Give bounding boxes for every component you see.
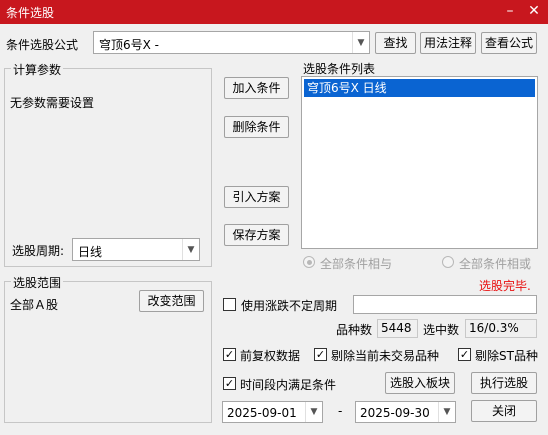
range-legend: 选股范围 — [11, 274, 64, 291]
find-button[interactable]: 查找 — [375, 32, 416, 54]
count-value: 5448 — [377, 319, 418, 338]
range-value: 全部Ａ股 — [10, 298, 59, 312]
change-range-button[interactable]: 改变范围 — [139, 290, 204, 312]
time-period-label: 时间段内满足条件 — [240, 378, 337, 392]
formula-combo[interactable]: 穹顶6号X - ▼ — [93, 31, 370, 54]
close-icon[interactable]: ✕ — [522, 0, 546, 24]
count-label: 品种数 — [336, 323, 373, 337]
selected-value: 16/0.3% — [465, 319, 537, 338]
list-item[interactable]: 穹顶6号X 日线 — [304, 79, 535, 97]
exclude-st-checkbox[interactable]: ✓ — [458, 348, 471, 361]
irregular-period-input[interactable] — [353, 295, 537, 314]
adjusted-label: 前复权数据 — [240, 349, 301, 363]
or-radio[interactable] — [442, 256, 454, 268]
formula-value: 穹顶6号X - — [99, 38, 160, 52]
exclude-st-label: 剔除ST品种 — [475, 349, 538, 363]
adjusted-checkbox[interactable]: ✓ — [223, 348, 236, 361]
execute-button[interactable]: 执行选股 — [471, 372, 537, 394]
chevron-down-icon[interactable]: ▼ — [305, 402, 322, 422]
delete-condition-button[interactable]: 删除条件 — [224, 116, 289, 138]
params-message: 无参数需要设置 — [10, 96, 95, 110]
selected-label: 选中数 — [423, 323, 460, 337]
end-date-value: 2025-09-30 — [360, 406, 430, 420]
condition-list-title: 选股条件列表 — [303, 62, 376, 76]
start-date-value: 2025-09-01 — [227, 406, 297, 420]
chevron-down-icon[interactable]: ▼ — [438, 402, 455, 422]
period-select[interactable]: 日线 ▼ — [72, 238, 200, 261]
view-formula-button[interactable]: 查看公式 — [481, 32, 537, 54]
chevron-down-icon[interactable]: ▼ — [182, 239, 199, 260]
condition-list[interactable]: 穹顶6号X 日线 — [301, 76, 538, 249]
formula-label: 条件选股公式 — [6, 38, 79, 52]
import-scheme-button[interactable]: 引入方案 — [224, 186, 289, 208]
close-button[interactable]: 关闭 — [471, 400, 537, 422]
irregular-period-label: 使用涨跌不定周期 — [241, 299, 338, 313]
exclude-untraded-label: 剔除当前未交易品种 — [331, 349, 440, 363]
period-label: 选股周期: — [12, 244, 65, 258]
status-message: 选股完毕. — [479, 279, 531, 293]
period-value: 日线 — [78, 245, 103, 259]
or-label: 全部条件相或 — [459, 257, 532, 271]
date-separator: - — [338, 404, 343, 418]
add-condition-button[interactable]: 加入条件 — [224, 77, 289, 99]
and-label: 全部条件相与 — [320, 257, 393, 271]
chevron-down-icon[interactable]: ▼ — [352, 32, 369, 53]
exclude-untraded-checkbox[interactable]: ✓ — [314, 348, 327, 361]
usage-notes-button[interactable]: 用法注释 — [420, 32, 476, 54]
title-bar: 条件选股 – ✕ — [0, 0, 548, 24]
and-radio[interactable] — [303, 256, 315, 268]
start-date-picker[interactable]: 2025-09-01 ▼ — [222, 401, 323, 423]
params-legend: 计算参数 — [11, 61, 64, 78]
minimize-icon[interactable]: – — [498, 0, 522, 24]
irregular-period-checkbox[interactable] — [223, 298, 236, 311]
window-title: 条件选股 — [6, 6, 55, 20]
save-scheme-button[interactable]: 保存方案 — [224, 224, 289, 246]
end-date-picker[interactable]: 2025-09-30 ▼ — [355, 401, 456, 423]
select-to-block-button[interactable]: 选股入板块 — [385, 372, 455, 394]
time-period-checkbox[interactable]: ✓ — [223, 377, 236, 390]
